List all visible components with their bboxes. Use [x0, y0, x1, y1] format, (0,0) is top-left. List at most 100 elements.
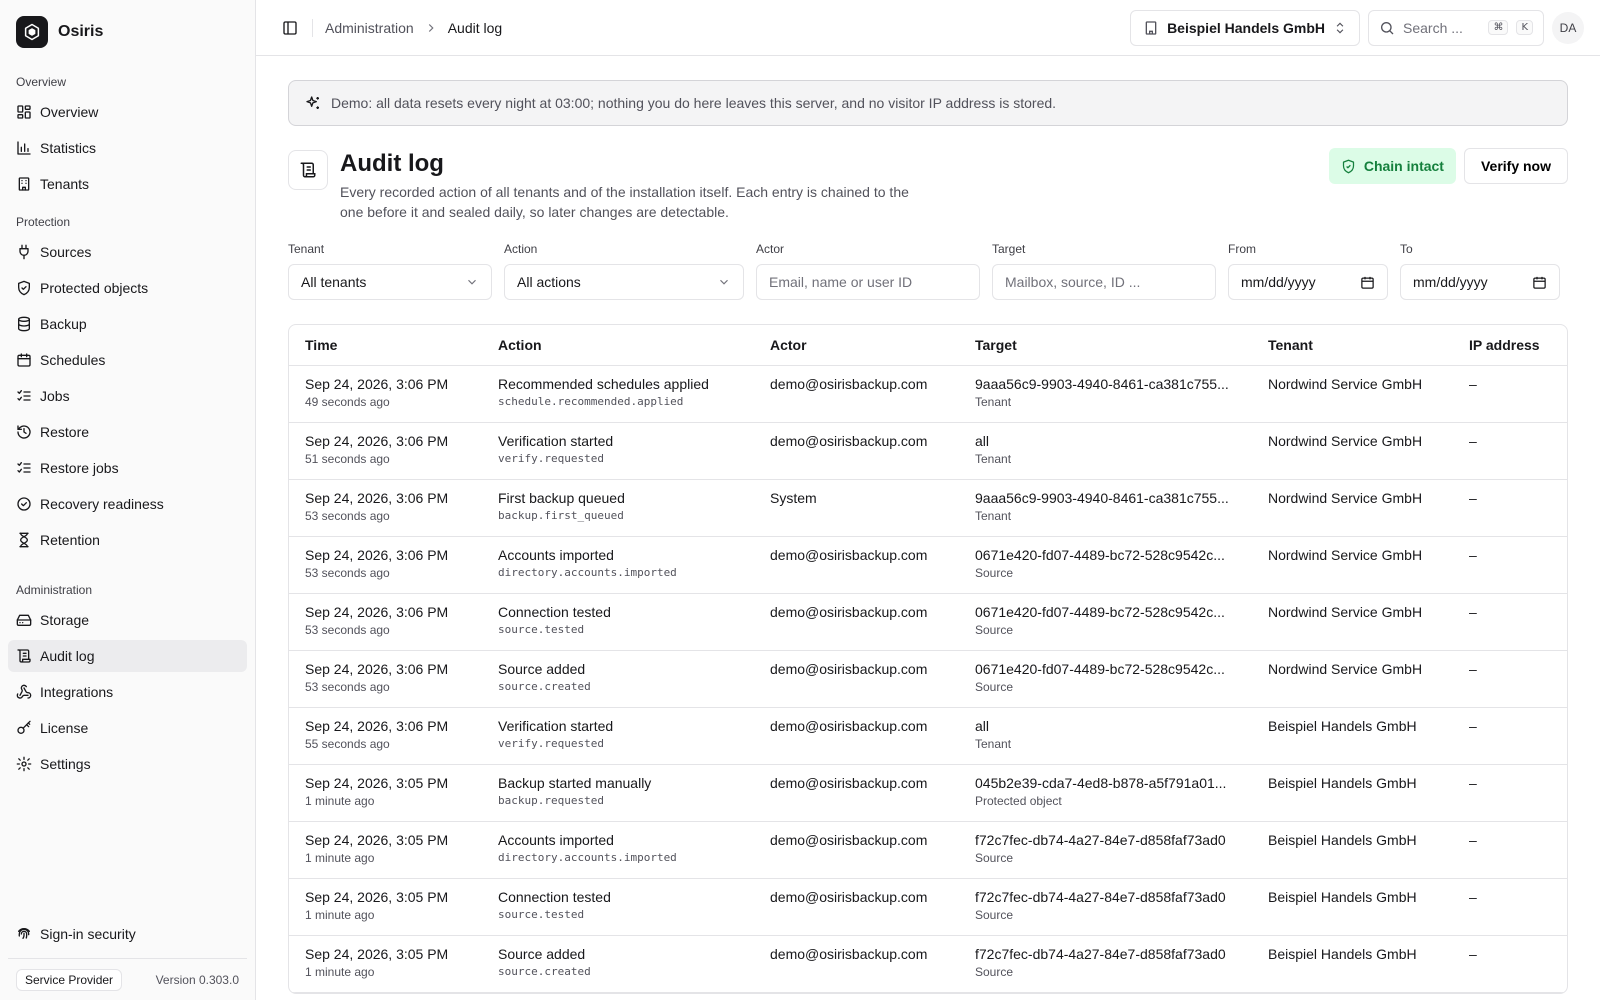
table-row[interactable]: Sep 24, 2026, 3:06 PM 53 seconds ago Con… — [289, 593, 1567, 651]
sidebar-item-label: Recovery readiness — [40, 496, 164, 512]
table-row[interactable]: Sep 24, 2026, 3:06 PM 53 seconds ago Sou… — [289, 650, 1567, 708]
cell-target: 0671e420-fd07-4489-bc72-528c9542c... Sou… — [959, 593, 1252, 651]
cell-ip-address: – — [1453, 821, 1567, 879]
sidebar-item-retention[interactable]: Retention — [8, 524, 247, 556]
sidebar-item-integrations[interactable]: Integrations — [8, 676, 247, 708]
sidebar-item-overview[interactable]: Overview — [8, 96, 247, 128]
table-row[interactable]: Sep 24, 2026, 3:05 PM 1 minute ago Accou… — [289, 821, 1567, 879]
target-value: 9aaa56c9-9903-4940-8461-ca381c755... — [975, 375, 1229, 392]
chain-status-badge: Chain intact — [1328, 148, 1456, 184]
ip-value: – — [1469, 717, 1477, 734]
sidebar-item-storage[interactable]: Storage — [8, 604, 247, 636]
verify-now-button[interactable]: Verify now — [1463, 148, 1568, 184]
brand[interactable]: Osiris — [8, 0, 247, 64]
filter-to: To mm/dd/yyyy — [1400, 242, 1560, 300]
sidebar-toggle-button[interactable] — [276, 14, 304, 42]
topbar-separator — [312, 18, 313, 37]
cell-tenant: Beispiel Handels GmbH — [1252, 878, 1453, 936]
cell-target: f72c7fec-db74-4a27-84e7-d858faf73ad0 Sou… — [959, 821, 1252, 879]
column-header-actor: Actor — [754, 325, 959, 366]
sidebar-item-tenants[interactable]: Tenants — [8, 168, 247, 200]
ip-value: – — [1469, 945, 1477, 962]
target-value: all — [975, 432, 990, 449]
actor-value: demo@osirisbackup.com — [770, 375, 928, 392]
sidebar-item-sources[interactable]: Sources — [8, 236, 247, 268]
sidebar-item-statistics[interactable]: Statistics — [8, 132, 247, 164]
table-header: Time Action Actor Target Tenant IP addre… — [289, 325, 1567, 366]
audit-table: Time Action Actor Target Tenant IP addre… — [288, 324, 1568, 994]
action-label: Verification started — [498, 432, 614, 449]
target-input[interactable]: Mailbox, source, ID ... — [992, 264, 1216, 300]
sidebar-nav: Overview Overview Statistics Tenants Protect… — [8, 64, 247, 784]
table-row[interactable]: Sep 24, 2026, 3:05 PM 1 minute ago Sourc… — [289, 935, 1567, 993]
sidebar-item-label: Storage — [40, 612, 90, 628]
sidebar-item-jobs[interactable]: Jobs — [8, 380, 247, 412]
action-label: First backup queued — [498, 489, 625, 506]
action-select[interactable]: All actions — [504, 264, 744, 300]
cell-time: Sep 24, 2026, 3:05 PM 1 minute ago — [289, 935, 482, 993]
filter-actor: Actor Email, name or user ID — [756, 242, 980, 300]
search-icon — [1379, 20, 1395, 36]
cell-target: f72c7fec-db74-4a27-84e7-d858faf73ad0 Sou… — [959, 878, 1252, 936]
breadcrumb-current: Audit log — [447, 19, 503, 36]
demo-banner: Demo: all data resets every night at 03:… — [288, 80, 1568, 126]
cell-action: Backup started manually backup.requested — [482, 764, 754, 822]
target-type: Source — [975, 964, 1014, 979]
cell-actor: demo@osirisbackup.com — [754, 365, 959, 423]
table-row[interactable]: Sep 24, 2026, 3:05 PM 1 minute ago Conne… — [289, 878, 1567, 936]
cell-target: all Tenant — [959, 707, 1252, 765]
cell-ip-address: – — [1453, 764, 1567, 822]
key-icon — [16, 720, 32, 736]
cell-actor: demo@osirisbackup.com — [754, 707, 959, 765]
cell-time: Sep 24, 2026, 3:05 PM 1 minute ago — [289, 878, 482, 936]
avatar[interactable]: DA — [1552, 11, 1584, 44]
sidebar-item-recovery-readiness[interactable]: Recovery readiness — [8, 488, 247, 520]
table-row[interactable]: Sep 24, 2026, 3:06 PM 49 seconds ago Rec… — [289, 365, 1567, 423]
sidebar-item-label: Protected objects — [40, 280, 149, 296]
target-type: Tenant — [975, 736, 1012, 751]
table-row[interactable]: Sep 24, 2026, 3:06 PM 55 seconds ago Ver… — [289, 707, 1567, 765]
action-code: verify.requested — [498, 451, 604, 465]
scroll-icon — [288, 150, 328, 190]
sidebar-item-sign-in-security[interactable]: Sign-in security — [8, 918, 247, 950]
actor-input[interactable]: Email, name or user ID — [756, 264, 980, 300]
sidebar-item-settings[interactable]: Settings — [8, 748, 247, 780]
tenant-select[interactable]: All tenants — [288, 264, 492, 300]
to-date-input[interactable]: mm/dd/yyyy — [1400, 264, 1560, 300]
from-date-input[interactable]: mm/dd/yyyy — [1228, 264, 1388, 300]
time-value: Sep 24, 2026, 3:06 PM — [305, 603, 449, 620]
building-icon — [1143, 20, 1159, 36]
action-label: Backup started manually — [498, 774, 652, 791]
time-ago: 1 minute ago — [305, 850, 375, 865]
sidebar-item-restore-jobs[interactable]: Restore jobs — [8, 452, 247, 484]
sidebar-item-schedules[interactable]: Schedules — [8, 344, 247, 376]
sparkles-icon — [305, 95, 321, 111]
time-ago: 53 seconds ago — [305, 622, 390, 637]
table-row[interactable]: Sep 24, 2026, 3:06 PM 51 seconds ago Ver… — [289, 422, 1567, 480]
time-value: Sep 24, 2026, 3:05 PM — [305, 774, 449, 791]
column-header-target: Target — [959, 325, 1252, 366]
sidebar-item-backup[interactable]: Backup — [8, 308, 247, 340]
time-ago: 55 seconds ago — [305, 736, 390, 751]
target-value: 9aaa56c9-9903-4940-8461-ca381c755... — [975, 489, 1229, 506]
filter-label: From — [1228, 242, 1256, 256]
sidebar-item-label: Audit log — [40, 648, 95, 664]
table-row[interactable]: Sep 24, 2026, 3:05 PM 1 minute ago Backu… — [289, 764, 1567, 822]
time-ago: 51 seconds ago — [305, 451, 390, 466]
version-label: Version 0.303.0 — [155, 972, 239, 987]
cell-time: Sep 24, 2026, 3:06 PM 53 seconds ago — [289, 479, 482, 537]
sidebar-item-protected-objects[interactable]: Protected objects — [8, 272, 247, 304]
table-row[interactable]: Sep 24, 2026, 3:06 PM 53 seconds ago Fir… — [289, 479, 1567, 537]
tenant-switcher[interactable]: Beispiel Handels GmbH — [1130, 9, 1360, 46]
sidebar-item-restore[interactable]: Restore — [8, 416, 247, 448]
cell-time: Sep 24, 2026, 3:05 PM 1 minute ago — [289, 821, 482, 879]
sidebar-item-license[interactable]: License — [8, 712, 247, 744]
time-value: Sep 24, 2026, 3:05 PM — [305, 945, 449, 962]
cell-tenant: Nordwind Service GmbH — [1252, 365, 1453, 423]
target-value: 0671e420-fd07-4489-bc72-528c9542c... — [975, 603, 1225, 620]
sidebar-item-audit-log[interactable]: Audit log — [8, 640, 247, 672]
global-search[interactable]: Search ... ⌘ K — [1368, 9, 1544, 46]
breadcrumb-administration[interactable]: Administration — [325, 20, 414, 36]
table-row[interactable]: Sep 24, 2026, 3:06 PM 53 seconds ago Acc… — [289, 536, 1567, 594]
panel-left-icon — [282, 20, 298, 36]
